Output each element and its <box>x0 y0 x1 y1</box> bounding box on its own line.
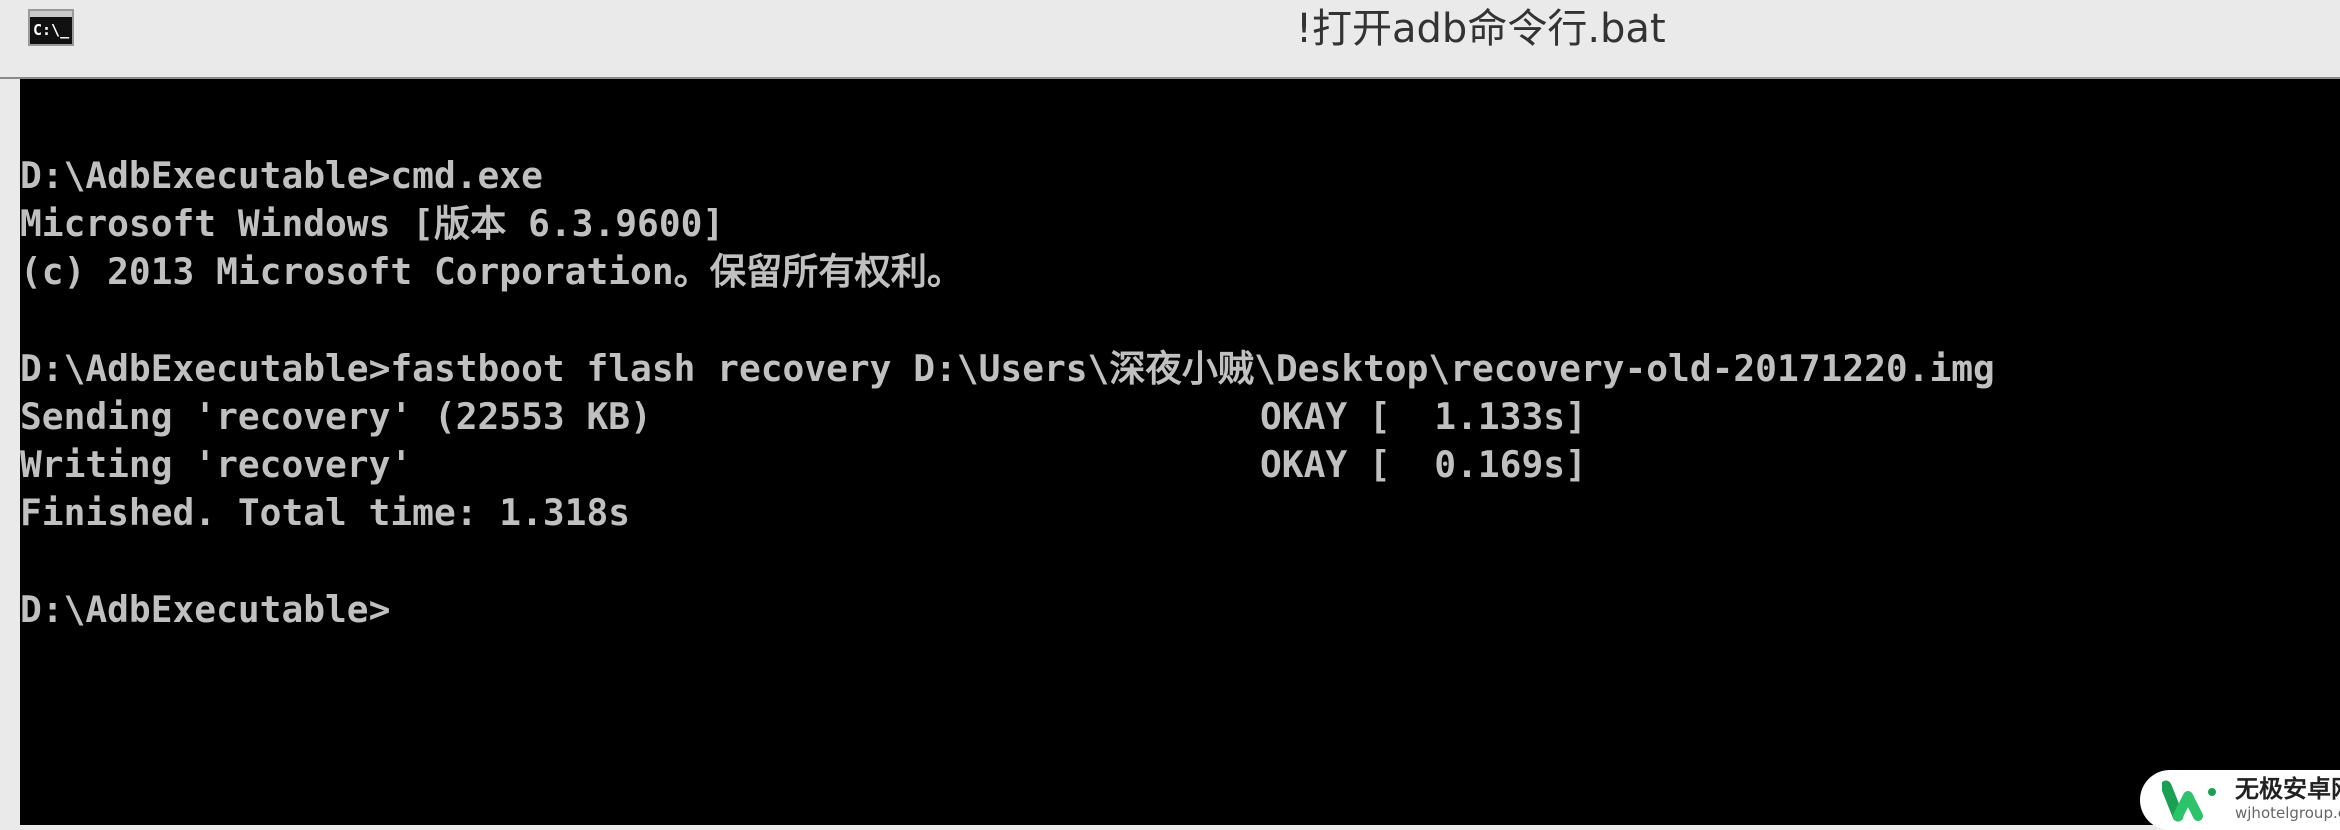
cmd-icon[interactable]: C:\_ <box>28 9 74 46</box>
cmd-icon-glyph: C:\_ <box>33 21 70 39</box>
console-line-copyright: (c) 2013 Microsoft Corporation。保留所有权利。 <box>20 250 964 293</box>
console-line-writing: Writing 'recovery' <box>20 443 413 486</box>
title-bar[interactable]: C:\_ !打开adb命令行.bat <box>0 0 2340 79</box>
watermark-logo-icon <box>2162 780 2216 822</box>
console-line-version: Microsoft Windows [版本 6.3.9600] <box>20 202 725 245</box>
console-output[interactable]: D:\AdbExecutable>cmd.exe Microsoft Windo… <box>20 79 2340 825</box>
console-line-fastboot-command: D:\AdbExecutable>fastboot flash recovery… <box>20 347 1995 390</box>
console-prompt[interactable]: D:\AdbExecutable> <box>20 586 390 634</box>
console-line-prompt-cmd: D:\AdbExecutable>cmd.exe <box>20 154 543 197</box>
window-title: !打开adb命令行.bat <box>1296 6 1666 52</box>
writing-status: OKAY [ 0.169s] <box>1260 443 1587 486</box>
watermark-name: 无极安卓网 <box>2235 775 2340 803</box>
watermark: 无极安卓网 wjhotelgroup.com <box>2140 770 2340 830</box>
cmd-icon-titlebar <box>30 11 72 17</box>
sending-status: OKAY [ 1.133s] <box>1260 395 1587 438</box>
console-line-finished: Finished. Total time: 1.318s <box>20 491 631 534</box>
watermark-url: wjhotelgroup.com <box>2235 804 2340 822</box>
console-line-sending: Sending 'recovery' (22553 KB) <box>20 395 652 438</box>
